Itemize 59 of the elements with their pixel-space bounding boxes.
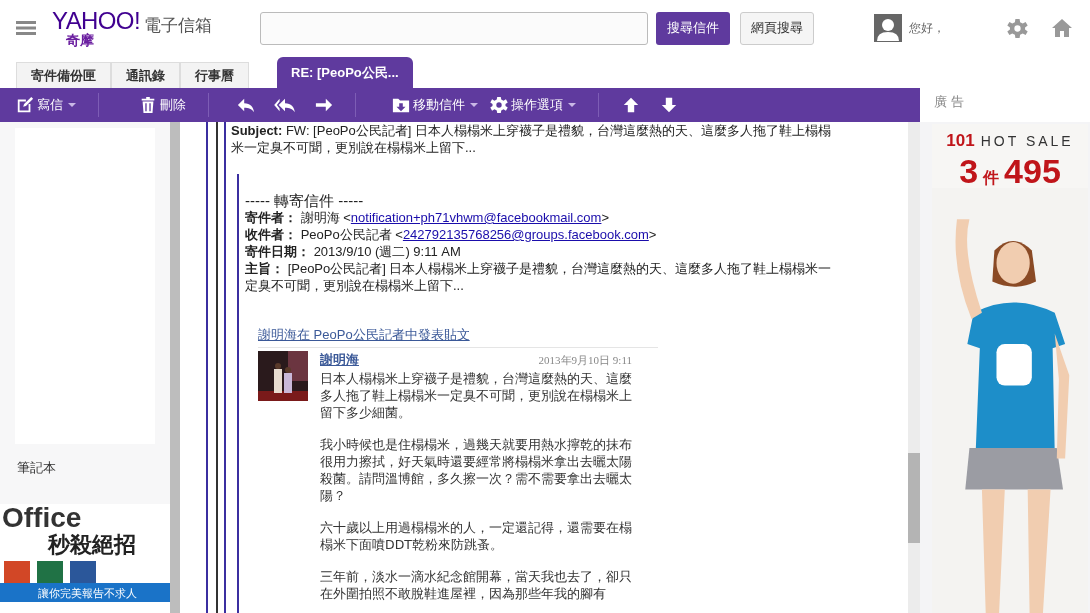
ad-subtitle: 秒殺絕招 <box>48 534 137 556</box>
header-field: 寄件日期： 2013/9/10 (週二) 9:11 AM <box>245 243 835 260</box>
ad-title: Office <box>2 504 83 532</box>
subject-line: Subject: FW: [PeoPo公民記者] 日本人榻榻米上穿襪子是禮貌，台灣這麼熱的天、這麼多人拖了鞋上榻榻米一定臭不可聞，更別說在榻榻米上留下... <box>231 122 831 156</box>
greeting: 您好， <box>909 20 945 37</box>
post-date: 2013年9月10日 9:11 <box>538 353 632 368</box>
search-mail-button[interactable]: 搜尋信件 <box>656 11 730 45</box>
author-link[interactable]: 謝明海 <box>320 351 359 368</box>
caret-icon <box>68 103 76 107</box>
header-field: 收件者： PeoPo公民記者 <242792135768256@groups.facebook.com> <box>245 226 835 243</box>
sidebar-item[interactable]: 筆記本 <box>17 458 170 478</box>
post-paragraph: 我小時候也是住榻榻米，過幾天就要用熱水擰乾的抹布很用力擦拭，好天氣時還要經常將榻榻米拿出去曬太陽殺菌。請問溫博館，多久擦一次？需不需要拿出去曬太陽？ <box>320 436 632 504</box>
scrollbar[interactable] <box>170 122 180 613</box>
tab[interactable]: 寄件備份匣 <box>16 62 111 88</box>
header-field: 主旨： [PeoPo公民記者] 日本人榻榻米上穿襪子是禮貌，台灣這麼熱的天、這麼多人拖了鞋上榻榻米一定臭不可聞，更別說在榻榻米上留下... <box>245 260 835 294</box>
logo-subtitle: 奇摩 <box>66 33 95 47</box>
scrollbar-thumb[interactable] <box>908 453 920 543</box>
header-field: 寄件者： 謝明海 <notification+ph71vhwm@facebookmail.com> <box>245 209 835 226</box>
tab[interactable]: RE: [PeoPo公民... <box>277 57 413 88</box>
caret-icon <box>568 103 576 107</box>
avatar-icon[interactable] <box>874 14 902 42</box>
ad-headline: HOT SALE <box>980 132 1074 151</box>
email-link[interactable]: 242792135768256@groups.facebook.com <box>402 227 649 242</box>
post-paragraph: 日本人榻榻米上穿襪子是禮貌，台灣這麼熱的天、這麼多人拖了鞋上榻榻米一定臭不可聞，更別說在榻榻米上留下多少細菌。 <box>320 370 632 421</box>
reply-all-icon <box>273 96 297 114</box>
ad-brand: 101 <box>946 130 975 152</box>
ad-unit: 件 <box>983 169 1000 186</box>
ad-price: 495 <box>1004 153 1061 188</box>
move-button[interactable]: 移動信件 <box>392 91 478 119</box>
caret-icon <box>470 103 478 107</box>
ad-tagline: 讓你完美報告不求人 <box>0 583 170 602</box>
up-arrow-icon <box>623 97 639 113</box>
folder-icon <box>392 96 410 114</box>
delete-button[interactable]: 刪除 <box>139 91 186 119</box>
home-icon[interactable] <box>1052 18 1072 38</box>
trash-icon <box>139 96 157 114</box>
compose-icon <box>16 96 34 114</box>
compose-button[interactable]: 寫信 <box>16 91 76 119</box>
ad-label: 廣 告 <box>933 93 965 111</box>
right-arrow-icon <box>315 96 333 114</box>
reply-icon <box>237 96 255 114</box>
post-paragraph: 三年前，淡水一滴水紀念館開幕，當天我也去了，卻只在外圍拍照不敢脫鞋進屋裡，因為那些年我的腳有 <box>320 568 632 602</box>
post-paragraph: 六十歲以上用過榻榻米的人，一定還記得，還需要在榻榻米下面噴DDT乾粉來防跳蚤。 <box>320 519 632 553</box>
email-link[interactable]: notification+ph71vhwm@facebookmail.com <box>350 210 602 225</box>
down-arrow-icon <box>661 97 677 113</box>
ad-quantity: 3 <box>959 153 979 188</box>
search-field[interactable] <box>260 11 648 45</box>
product-name: 電子信箱 <box>144 15 212 37</box>
actions-button[interactable]: 操作選項 <box>490 91 576 119</box>
tab[interactable]: 行事曆 <box>180 62 249 88</box>
office-ad-banner[interactable]: Office 秒殺絕招 讓你完美報告不求人 <box>0 504 170 613</box>
logo[interactable]: YAHOO! <box>52 9 140 33</box>
tab[interactable]: 通訊錄 <box>111 62 180 88</box>
web-search-button[interactable]: 網頁搜尋 <box>740 11 814 45</box>
gear-icon <box>490 96 508 114</box>
post-heading-link[interactable]: 謝明海在 PeoPo公民記者中發表貼文 <box>258 326 658 348</box>
forward-heading: ----- 轉寄信件 ----- <box>245 192 365 209</box>
menu-icon[interactable] <box>16 21 36 35</box>
settings-icon[interactable] <box>1007 17 1028 39</box>
